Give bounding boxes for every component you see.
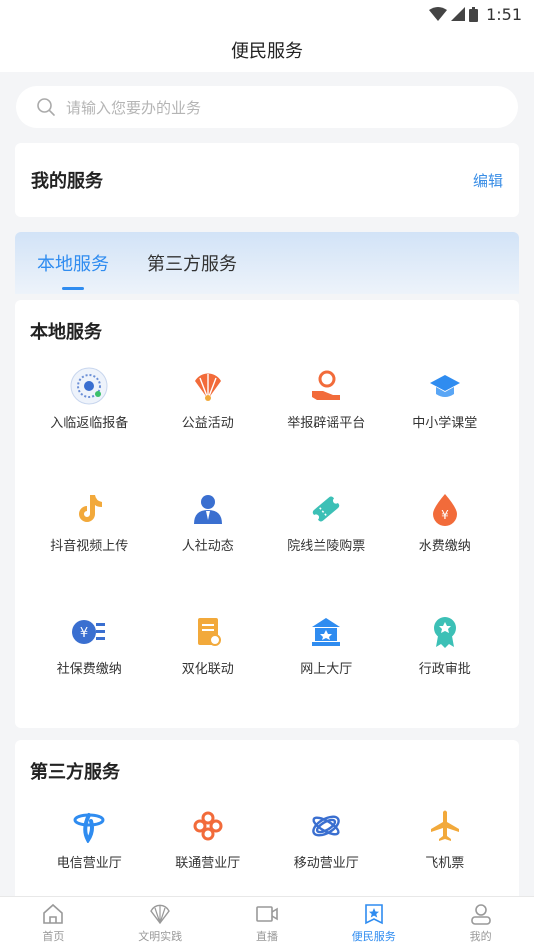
hall-icon: [306, 612, 346, 652]
service-label: 举报辟谣平台: [287, 416, 366, 431]
search-placeholder: 请输入您要办的业务: [66, 98, 202, 117]
nav-label: 便民服务: [351, 930, 396, 943]
service-item-school-class[interactable]: 中小学课堂: [386, 366, 505, 489]
service-item-cinema-ticket[interactable]: 院线兰陵购票: [267, 489, 386, 612]
star-bookmark-icon: [364, 904, 383, 925]
fan-icon: [188, 366, 228, 406]
service-item-hr-news[interactable]: 人社动态: [149, 489, 268, 612]
user-icon: [470, 904, 491, 925]
battery-icon: [469, 6, 479, 22]
tab-local-services[interactable]: 本地服务: [37, 250, 109, 294]
edit-button[interactable]: 编辑: [473, 170, 503, 191]
service-item-social-security[interactable]: ¥ 社保费缴纳: [30, 612, 149, 735]
service-item-flight-ticket[interactable]: 飞机票: [386, 806, 505, 886]
section-title: 本地服务: [30, 322, 102, 343]
service-item-telecom[interactable]: 电信营业厅: [30, 806, 149, 886]
service-item-dual-linkage[interactable]: 双化联动: [149, 612, 268, 735]
service-label: 抖音视频上传: [50, 539, 129, 554]
service-label: 电信营业厅: [56, 856, 122, 871]
home-icon: [43, 903, 64, 924]
service-label: 公益活动: [181, 416, 234, 431]
nav-convenience-services[interactable]: 便民服务: [320, 897, 427, 950]
section-title: 第三方服务: [30, 762, 120, 783]
document-icon: [188, 612, 228, 652]
service-tabs: 本地服务 第三方服务: [15, 232, 519, 294]
unicom-icon: [188, 806, 228, 846]
service-label: 中小学课堂: [412, 416, 478, 431]
service-label: 移动营业厅: [293, 856, 359, 871]
signal-icons: [429, 6, 479, 22]
local-services-section: 本地服务 入临返临报备 公益活动 举报辟谣平台 中小学课堂 抖音视频上传 人社动…: [15, 300, 519, 728]
third-party-services-section: 第三方服务 电信营业厅 联通营业厅 移动营业厅 飞机票: [15, 740, 519, 910]
service-label: 双化联动: [181, 662, 234, 677]
nav-mine[interactable]: 我的: [427, 897, 534, 950]
page-title: 便民服务: [0, 28, 534, 72]
svg-text:¥: ¥: [80, 626, 88, 641]
service-item-entry-report[interactable]: 入临返临报备: [30, 366, 149, 489]
nav-civilization-practice[interactable]: 文明实践: [107, 897, 214, 950]
report-hand-icon: [306, 366, 346, 406]
my-services-card: 我的服务 编辑: [15, 143, 519, 217]
service-item-water-fee[interactable]: ¥ 水费缴纳: [386, 489, 505, 612]
search-icon: [37, 98, 55, 116]
video-camera-icon: [256, 906, 278, 922]
search-input[interactable]: 请输入您要办的业务: [16, 86, 518, 128]
tab-third-party-services[interactable]: 第三方服务: [147, 250, 237, 294]
status-bar: 1:51: [0, 0, 534, 28]
status-time: 1:51: [486, 4, 522, 24]
nav-home[interactable]: 首页: [0, 897, 107, 950]
my-services-title: 我的服务: [31, 171, 103, 192]
nav-label: 文明实践: [138, 930, 183, 943]
service-label: 行政审批: [418, 662, 471, 677]
graduation-cap-icon: [425, 366, 465, 406]
person-icon: [188, 489, 228, 529]
tiktok-icon: [69, 489, 109, 529]
qr-code-icon: [69, 366, 109, 406]
service-label: 联通营业厅: [175, 856, 241, 871]
telecom-icon: [69, 806, 109, 846]
service-label: 水费缴纳: [418, 539, 471, 554]
service-label: 入临返临报备: [50, 416, 129, 431]
service-item-online-hall[interactable]: 网上大厅: [267, 612, 386, 735]
service-item-unicom[interactable]: 联通营业厅: [149, 806, 268, 886]
mobile-icon: [306, 806, 346, 846]
service-label: 飞机票: [425, 856, 465, 871]
service-item-tiktok-upload[interactable]: 抖音视频上传: [30, 489, 149, 612]
svg-text:¥: ¥: [441, 508, 449, 522]
service-label: 社保费缴纳: [56, 662, 122, 677]
nav-label: 首页: [42, 930, 65, 943]
airplane-icon: [425, 806, 465, 846]
ticket-icon: [306, 489, 346, 529]
service-label: 院线兰陵购票: [287, 539, 366, 554]
service-item-public-welfare[interactable]: 公益活动: [149, 366, 268, 489]
fan-logo-icon: [150, 904, 171, 925]
approval-badge-icon: [425, 612, 465, 652]
service-item-rumor-report[interactable]: 举报辟谣平台: [267, 366, 386, 489]
nav-label: 直播: [255, 930, 278, 943]
nav-live[interactable]: 直播: [214, 897, 321, 950]
nav-label: 我的: [469, 930, 492, 943]
service-label: 人社动态: [181, 539, 234, 554]
bottom-nav: 首页 文明实践 直播 便民服务 我的: [0, 896, 534, 950]
cell-signal-icon: [451, 7, 466, 21]
wifi-icon: [429, 7, 448, 21]
service-item-admin-approval[interactable]: 行政审批: [386, 612, 505, 735]
service-label: 网上大厅: [300, 662, 353, 677]
water-drop-icon: ¥: [425, 489, 465, 529]
service-item-mobile[interactable]: 移动营业厅: [267, 806, 386, 886]
social-security-icon: ¥: [69, 612, 109, 652]
